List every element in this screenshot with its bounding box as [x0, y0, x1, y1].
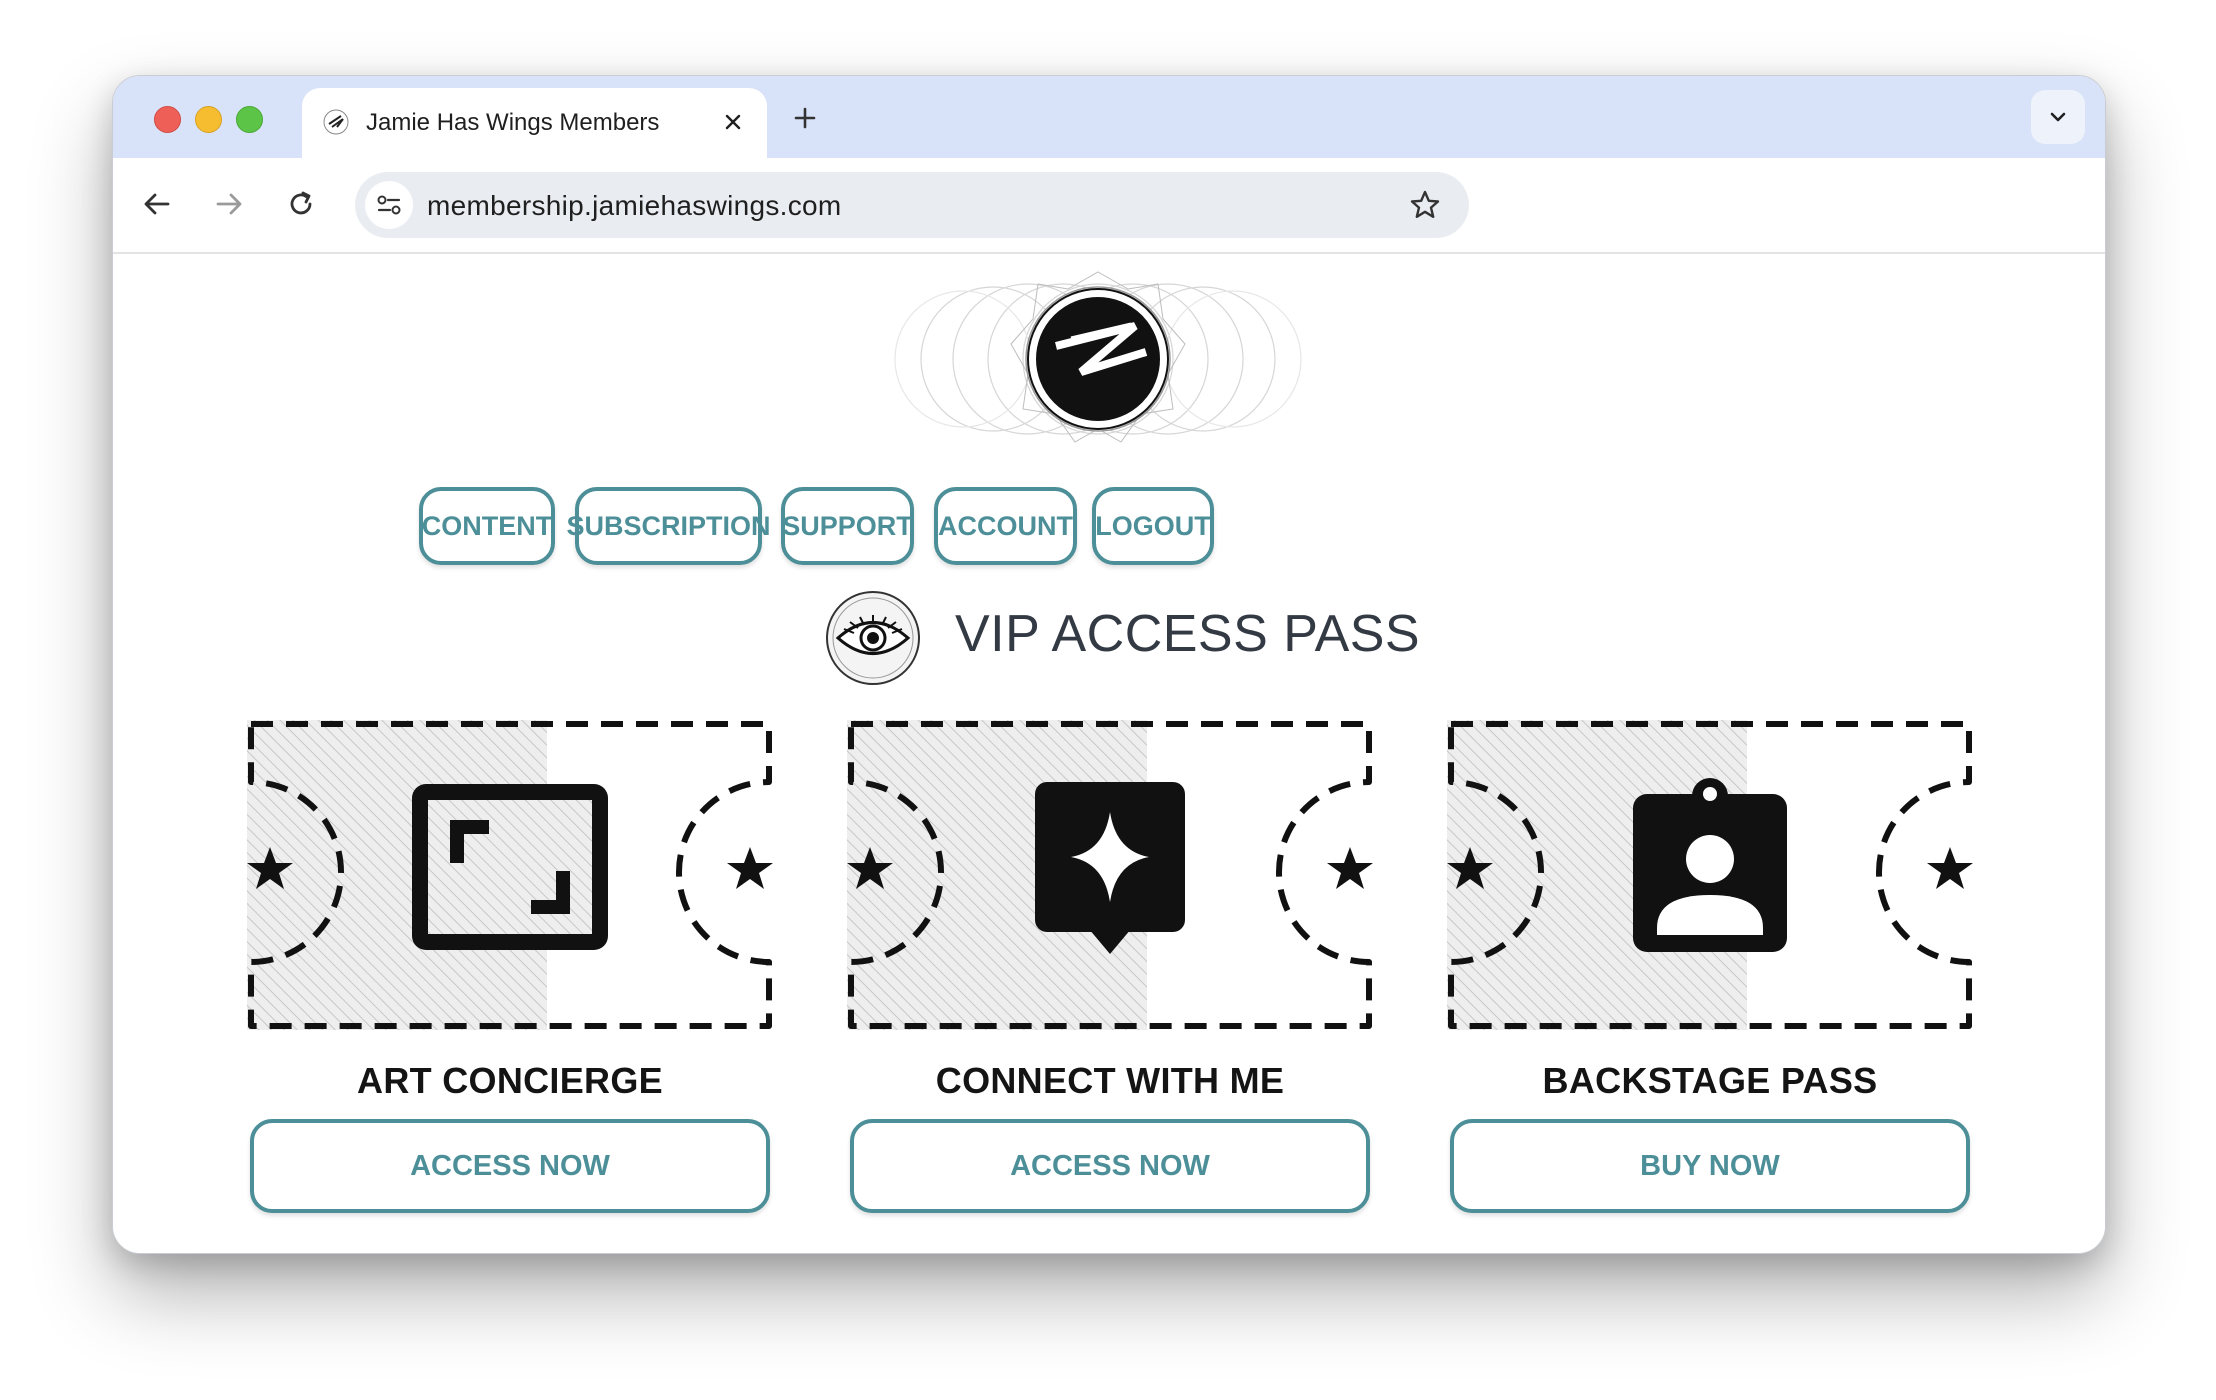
- browser-toolbar: membership.jamiehaswings.com: [113, 158, 2105, 254]
- sparkle-chat-icon: [1035, 782, 1185, 954]
- nav-account-button[interactable]: ACCOUNT: [934, 487, 1077, 565]
- forward-arrow-icon[interactable]: [205, 180, 253, 228]
- nav-support-button[interactable]: SUPPORT: [781, 487, 914, 565]
- nav-logout-button[interactable]: LOGOUT: [1092, 487, 1214, 565]
- maximize-window-button[interactable]: [236, 106, 263, 133]
- tab-bar: Jamie Has Wings Members: [113, 76, 2105, 158]
- art-concierge-access-button[interactable]: ACCESS NOW: [250, 1119, 770, 1213]
- close-window-button[interactable]: [154, 106, 181, 133]
- frame-icon: [412, 784, 608, 950]
- reload-icon[interactable]: [277, 180, 325, 228]
- pass-label: CONNECT WITH ME: [935, 1060, 1285, 1101]
- close-tab-icon[interactable]: [715, 104, 751, 140]
- site-settings-icon[interactable]: [365, 181, 413, 229]
- back-arrow-icon[interactable]: [133, 180, 181, 228]
- pass-label: BACKSTAGE PASS: [1542, 1060, 1878, 1101]
- nav-subscription-button[interactable]: SUBSCRIPTION: [566, 487, 771, 565]
- backstage-pass-ticket: [1435, 714, 1985, 1036]
- bookmark-star-icon[interactable]: [1405, 185, 1445, 225]
- page-content: CONTENT SUBSCRIPTION SUPPORT ACCOUNT LOG…: [113, 254, 2105, 1253]
- pass-label: ART CONCIERGE: [357, 1060, 663, 1101]
- section-title: VIP ACCESS PASS: [955, 605, 1421, 663]
- tab-search-chevron-down-icon[interactable]: [2031, 90, 2085, 144]
- url-text[interactable]: membership.jamiehaswings.com: [427, 190, 842, 222]
- backstage-pass-buy-button[interactable]: BUY NOW: [1450, 1119, 1970, 1213]
- tab-title: Jamie Has Wings Members: [366, 109, 660, 136]
- art-concierge-ticket: [235, 714, 785, 1036]
- nav-content-button[interactable]: CONTENT: [419, 487, 555, 565]
- minimize-window-button[interactable]: [195, 106, 222, 133]
- browser-tab[interactable]: Jamie Has Wings Members: [302, 88, 767, 158]
- connect-with-me-access-button[interactable]: ACCESS NOW: [850, 1119, 1370, 1213]
- eye-icon: [826, 591, 920, 685]
- connect-with-me-ticket: [835, 714, 1385, 1036]
- site-favicon-icon: [323, 109, 349, 135]
- new-tab-icon[interactable]: [785, 98, 825, 138]
- badge-person-icon: [1633, 778, 1787, 952]
- address-bar[interactable]: membership.jamiehaswings.com: [355, 172, 1469, 238]
- jamie-has-wings-logo: [894, 271, 1302, 443]
- browser-window: Jamie Has Wings Members membership.jamie…: [112, 75, 2106, 1254]
